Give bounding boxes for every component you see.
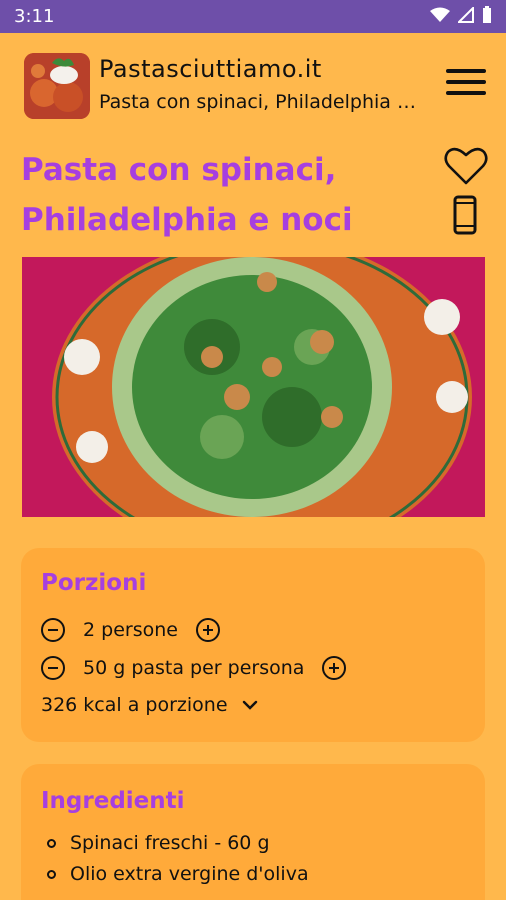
menu-button[interactable] [446,69,486,103]
battery-icon [483,6,491,23]
signal-icon [458,7,474,23]
phone-icon[interactable] [453,195,477,235]
app-title: Pastasciuttiamo.it [99,55,322,83]
chevron-down-icon [242,700,257,710]
app-logo[interactable] [24,53,90,119]
status-time: 3:11 [14,6,55,27]
servings-card: Porzioni 2 persone 50 g pasta per person… [21,548,485,742]
ingredients-heading: Ingredienti [41,788,185,814]
menu-icon [446,69,486,73]
status-bar: 3:11 [0,0,506,33]
servings-heading: Porzioni [41,570,147,596]
pasta-increase-button[interactable] [322,656,347,680]
kcal-value: 326 kcal a porzione [41,694,228,716]
bullet-icon [47,838,56,848]
wifi-icon [430,7,450,22]
people-stepper: 2 persone [41,618,220,642]
kcal-toggle[interactable]: 326 kcal a porzione [41,694,258,716]
status-icons [430,6,492,24]
ingredient-item: Olio extra vergine d'oliva [47,863,309,885]
ingredients-list: Spinaci freschi - 60 g Olio extra vergin… [47,832,309,894]
pasta-value: 50 g pasta per persona [83,657,305,679]
people-decrease-button[interactable] [41,618,65,642]
pasta-decrease-button[interactable] [41,656,65,680]
people-increase-button[interactable] [195,618,220,642]
heart-icon[interactable] [444,146,488,186]
recipe-title: Pasta con spinaci, Philadelphia e noci [21,152,353,238]
bullet-icon [47,869,56,879]
recipe-image [22,257,485,517]
pasta-stepper: 50 g pasta per persona [41,656,347,680]
app-subtitle: Pasta con spinaci, Philadelphia e noci [99,91,419,113]
app-bar: Pastasciuttiamo.it Pasta con spinaci, Ph… [0,33,506,133]
ingredients-card: Ingredienti Spinaci freschi - 60 g Olio … [21,764,485,900]
ingredient-item: Spinaci freschi - 60 g [47,832,309,854]
people-value: 2 persone [83,619,178,641]
